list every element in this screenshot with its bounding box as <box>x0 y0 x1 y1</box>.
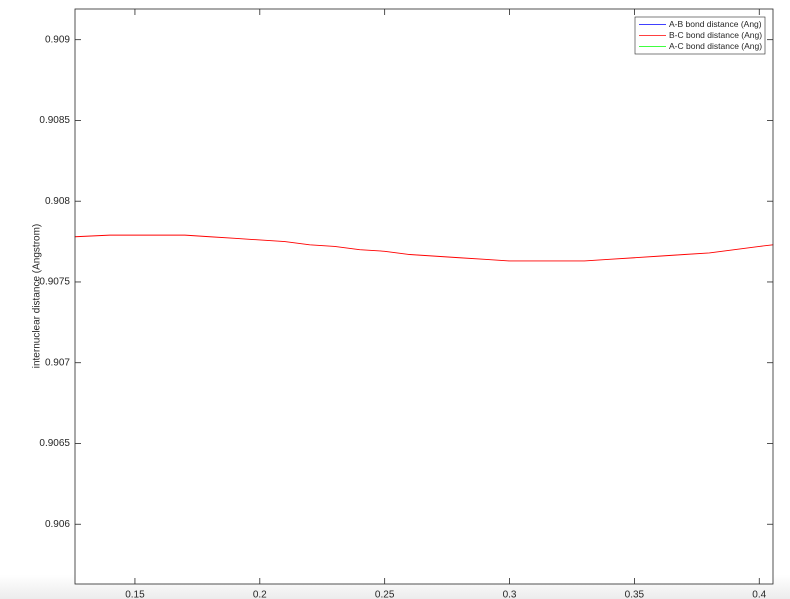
legend-label-ab: A-B bond distance (Ang) <box>669 19 762 29</box>
y-tick-label: 0.909 <box>45 34 70 45</box>
y-tick-label: 0.907 <box>45 357 70 368</box>
x-tick-label: 0.3 <box>503 590 517 599</box>
y-axis-label: internuclear distance (Angstrom) <box>32 224 43 369</box>
x-tick-label: 0.4 <box>752 590 766 599</box>
plot-area <box>75 9 773 584</box>
legend-label-bc: B-C bond distance (Ang) <box>669 30 762 40</box>
x-tick-label: 0.25 <box>375 590 395 599</box>
y-tick-label: 0.908 <box>45 196 70 207</box>
line-chart: 0.15 0.2 0.25 0.3 0.35 0.4 0.906 0.9065 0.907 0.9… <box>32 8 774 599</box>
x-tick-label: 0.15 <box>125 590 145 599</box>
y-tick-label: 0.9085 <box>39 115 70 126</box>
legend[interactable]: A-B bond distance (Ang) B-C bond distanc… <box>634 16 766 55</box>
y-tick-label: 0.9065 <box>39 438 70 449</box>
y-tick-label: 0.9075 <box>39 277 70 288</box>
y-tick-label: 0.906 <box>45 519 70 530</box>
x-tick-label: 0.2 <box>253 590 267 599</box>
x-tick-label: 0.35 <box>625 590 645 599</box>
legend-label-ac: A-C bond distance (Ang) <box>669 41 762 51</box>
chart-figure: 0.15 0.2 0.25 0.3 0.35 0.4 0.906 0.9065 0.907 0.9… <box>0 0 790 599</box>
